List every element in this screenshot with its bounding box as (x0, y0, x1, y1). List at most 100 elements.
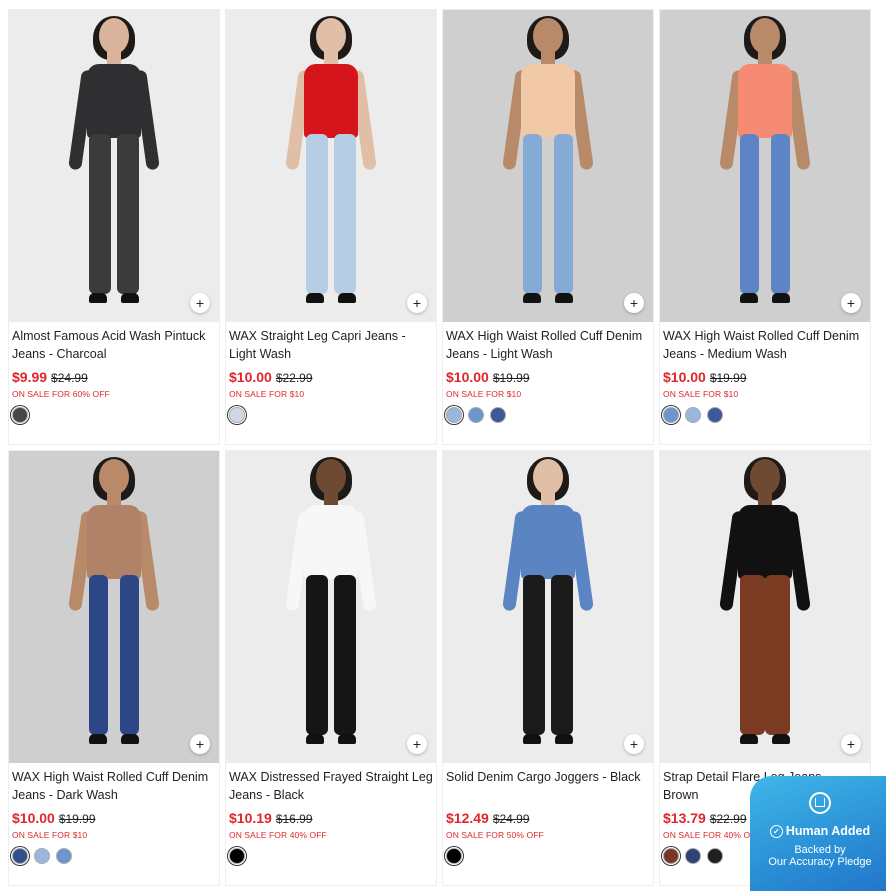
sale-price: $10.00 (663, 369, 706, 385)
price-row: $12.49 $24.99 (446, 810, 650, 826)
sale-price: $13.79 (663, 810, 706, 826)
quick-add-button[interactable]: + (190, 293, 210, 313)
product-image[interactable]: + (226, 10, 436, 322)
sale-promo: ON SALE FOR 60% OFF (12, 389, 110, 399)
product-name[interactable]: WAX High Waist Rolled Cuff Denim Jeans -… (12, 769, 216, 805)
model-figure (493, 16, 603, 318)
model-figure (710, 457, 820, 759)
original-price: $24.99 (51, 371, 88, 385)
product-image[interactable]: + (9, 451, 219, 763)
original-price: $16.99 (275, 812, 313, 826)
sale-promo: ON SALE FOR $10 (229, 389, 305, 399)
sale-promo: ON SALE FOR 50% OFF (446, 830, 544, 840)
product-card[interactable]: + WAX Straight Leg Capri Jeans - Light Wa… (225, 9, 437, 445)
color-swatch[interactable] (468, 407, 484, 423)
product-info: Solid Denim Cargo Joggers - Black $12.49 $… (443, 763, 653, 864)
product-card[interactable]: + Almost Famous Acid Wash Pintuck Jeans -… (8, 9, 220, 445)
model-figure (493, 457, 603, 759)
product-info: Almost Famous Acid Wash Pintuck Jeans - … (9, 322, 219, 423)
sale-price: $9.99 (12, 369, 48, 385)
badge-title-text: Human Added (785, 824, 871, 838)
sale-price: $10.00 (12, 810, 55, 826)
color-swatches (446, 848, 650, 864)
badge-title: ✓ Human Added (750, 824, 886, 839)
quick-add-button[interactable]: + (624, 293, 644, 313)
product-image[interactable]: + (443, 451, 653, 763)
original-price: $24.99 (492, 812, 530, 826)
color-swatch[interactable] (446, 407, 462, 423)
color-swatch[interactable] (12, 848, 28, 864)
product-image[interactable]: + (660, 10, 870, 322)
product-image[interactable]: + (226, 451, 436, 763)
color-swatch[interactable] (685, 407, 701, 423)
product-info: WAX High Waist Rolled Cuff Denim Jeans -… (660, 322, 870, 423)
color-swatches (12, 407, 216, 423)
product-card[interactable]: + WAX Distressed Frayed Straight Leg Jean… (225, 450, 437, 886)
color-swatches (229, 848, 433, 864)
quick-add-button[interactable]: + (407, 293, 427, 313)
color-swatches (12, 848, 216, 864)
product-info: WAX Distressed Frayed Straight Leg Jeans… (226, 763, 436, 864)
product-name[interactable]: WAX High Waist Rolled Cuff Denim Jeans -… (663, 328, 867, 364)
color-swatch[interactable] (707, 848, 723, 864)
original-price: $22.99 (275, 371, 313, 385)
sale-price: $10.00 (229, 369, 272, 385)
price-row: $10.00 $19.99 (446, 369, 650, 385)
price-row: $10.00 $19.99 (663, 369, 867, 385)
color-swatch[interactable] (12, 407, 28, 423)
color-swatches (663, 407, 867, 423)
color-swatch[interactable] (490, 407, 506, 423)
product-grid: + Almost Famous Acid Wash Pintuck Jeans -… (8, 9, 871, 886)
product-name[interactable]: WAX High Waist Rolled Cuff Denim Jeans -… (446, 328, 650, 364)
color-swatch[interactable] (707, 407, 723, 423)
product-image[interactable]: + (660, 451, 870, 763)
color-swatch[interactable] (685, 848, 701, 864)
sale-promo: ON SALE FOR $10 (663, 389, 739, 399)
original-price: $22.99 (709, 812, 747, 826)
color-swatches (446, 407, 650, 423)
product-name[interactable]: Solid Denim Cargo Joggers - Black (446, 769, 650, 805)
product-card[interactable]: + WAX High Waist Rolled Cuff Denim Jeans … (8, 450, 220, 886)
check-icon: ✓ (769, 825, 783, 839)
product-name[interactable]: WAX Straight Leg Capri Jeans - Light Was… (229, 328, 433, 364)
price-row: $9.99 $24.99 (12, 369, 216, 385)
product-info: WAX High Waist Rolled Cuff Denim Jeans -… (9, 763, 219, 864)
product-image[interactable]: + (9, 10, 219, 322)
original-price: $19.99 (58, 812, 96, 826)
accuracy-pledge-badge[interactable]: ✓ Human Added Backed by Our Accuracy Pled… (750, 776, 886, 891)
quick-add-button[interactable]: + (841, 293, 861, 313)
home-icon (809, 792, 831, 814)
quick-add-button[interactable]: + (407, 734, 427, 754)
color-swatches (229, 407, 433, 423)
sale-price: $12.49 (446, 810, 489, 826)
product-card[interactable]: + WAX High Waist Rolled Cuff Denim Jeans … (659, 9, 871, 445)
product-name[interactable]: Almost Famous Acid Wash Pintuck Jeans - … (12, 328, 216, 364)
color-swatch[interactable] (56, 848, 72, 864)
product-card[interactable]: + Solid Denim Cargo Joggers - Black $12.49… (442, 450, 654, 886)
model-figure (276, 16, 386, 318)
color-swatch[interactable] (34, 848, 50, 864)
product-card[interactable]: + WAX High Waist Rolled Cuff Denim Jeans … (442, 9, 654, 445)
model-figure (276, 457, 386, 759)
model-figure (710, 16, 820, 318)
sale-promo: ON SALE FOR 40% OFF (229, 830, 327, 840)
quick-add-button[interactable]: + (841, 734, 861, 754)
color-swatch[interactable] (663, 407, 679, 423)
product-info: WAX Straight Leg Capri Jeans - Light Was… (226, 322, 436, 423)
product-info: WAX High Waist Rolled Cuff Denim Jeans -… (443, 322, 653, 423)
color-swatch[interactable] (446, 848, 462, 864)
original-price: $19.99 (709, 371, 747, 385)
model-figure (59, 457, 169, 759)
product-image[interactable]: + (443, 10, 653, 322)
color-swatch[interactable] (229, 407, 245, 423)
sale-price: $10.00 (446, 369, 489, 385)
model-figure (59, 16, 169, 318)
color-swatch[interactable] (663, 848, 679, 864)
color-swatch[interactable] (229, 848, 245, 864)
product-name[interactable]: WAX Distressed Frayed Straight Leg Jeans… (229, 769, 433, 805)
sale-promo: ON SALE FOR $10 (12, 830, 88, 840)
quick-add-button[interactable]: + (190, 734, 210, 754)
badge-subtitle: Backed by Our Accuracy Pledge (768, 844, 872, 869)
quick-add-button[interactable]: + (624, 734, 644, 754)
price-row: $10.00 $19.99 (12, 810, 216, 826)
